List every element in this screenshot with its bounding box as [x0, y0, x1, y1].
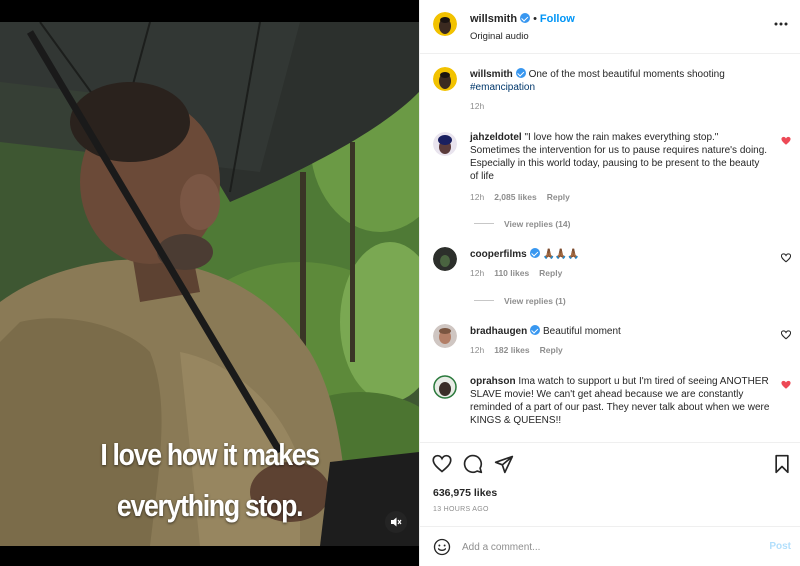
like-heart-icon[interactable] [781, 330, 791, 340]
comment-text: bradhaugen Beautiful moment [470, 325, 770, 338]
mute-button[interactable] [385, 511, 407, 533]
bookmark-icon[interactable] [772, 454, 792, 474]
comment-time: 12h [470, 268, 485, 278]
comment-meta: 12h 182 likes Reply [470, 345, 573, 355]
post-time[interactable]: 13 HOURS AGO [433, 506, 489, 513]
caption-text: willsmith One of the most beautiful mome… [470, 68, 770, 94]
verified-badge-icon [529, 248, 540, 258]
comment-bubble-icon[interactable] [463, 454, 483, 474]
like-heart-icon[interactable] [432, 454, 452, 474]
comment-username[interactable]: cooperfilms [470, 249, 527, 260]
author-username[interactable]: willsmith [470, 13, 517, 25]
instagram-post: I love how it makes everything stop. wil… [0, 0, 800, 566]
post-actions: 636,975 likes 13 HOURS AGO [420, 442, 800, 526]
comment-time: 12h [470, 345, 485, 355]
commenter-avatar[interactable] [433, 247, 457, 271]
emoji-smiley-icon[interactable] [433, 538, 451, 556]
view-replies-label: View replies (1) [504, 296, 566, 306]
author-avatar[interactable] [433, 12, 457, 36]
comment-input[interactable] [462, 537, 752, 557]
likes-count[interactable]: 636,975 likes [433, 487, 497, 499]
comment-time: 12h [470, 192, 485, 202]
author-avatar[interactable] [433, 67, 457, 91]
view-replies-label: View replies (14) [504, 219, 571, 229]
caption-hashtag[interactable]: #emancipation [470, 82, 535, 93]
verified-badge-icon [520, 13, 531, 23]
add-comment-bar: Post [420, 526, 800, 566]
comment-text: jahzeldotel "I love how the rain makes e… [470, 131, 770, 183]
follow-button[interactable]: Follow [540, 13, 575, 25]
caption-time: 12h [470, 101, 485, 111]
commenter-avatar[interactable] [433, 132, 457, 156]
speaker-muted-icon [391, 517, 402, 527]
audio-label[interactable]: Original audio [470, 31, 529, 42]
post-side-panel: willsmith • Follow Original audio willsm… [419, 0, 800, 566]
comments-list[interactable]: willsmith One of the most beautiful mome… [420, 55, 800, 442]
like-heart-icon[interactable] [781, 253, 791, 263]
caption-body: One of the most beautiful moments shooti… [528, 69, 725, 80]
reply-button[interactable]: Reply [539, 268, 562, 278]
verified-badge-icon [530, 325, 541, 335]
comment-username[interactable]: jahzeldotel [470, 132, 522, 143]
more-options-icon [774, 22, 788, 26]
reply-button[interactable]: Reply [547, 192, 570, 202]
comment-likes[interactable]: 182 likes [494, 345, 529, 355]
post-comment-button[interactable]: Post [769, 541, 791, 552]
comment-username[interactable]: oprahson [470, 376, 516, 387]
comment-body: 🙏🏾🙏🏾🙏🏾 [542, 249, 580, 260]
author-line: willsmith • Follow [470, 13, 575, 25]
replies-divider [474, 223, 494, 224]
commenter-avatar[interactable] [433, 375, 457, 399]
more-options-button[interactable] [773, 17, 789, 31]
comment-text: cooperfilms 🙏🏾🙏🏾🙏🏾 [470, 248, 770, 261]
verified-badge-icon [515, 68, 526, 78]
comment-text: oprahson Ima watch to support u but I'm … [470, 375, 770, 427]
replies-divider [474, 300, 494, 301]
video-caption-line2: everything stop. [116, 488, 304, 523]
caption-username[interactable]: willsmith [470, 69, 513, 80]
reply-button[interactable]: Reply [540, 345, 563, 355]
comment-meta: 12h 110 likes Reply [470, 268, 572, 278]
video-player[interactable]: I love how it makes everything stop. [0, 0, 419, 566]
share-direct-icon[interactable] [494, 454, 514, 474]
comment-meta: 12h 2,085 likes Reply [470, 192, 580, 202]
comment-body: Beautiful moment [543, 326, 621, 337]
view-replies-button[interactable]: View replies (14) [474, 219, 570, 229]
caption-meta: 12h [470, 101, 494, 111]
comment-likes[interactable]: 2,085 likes [494, 192, 537, 202]
view-replies-button[interactable]: View replies (1) [474, 296, 566, 306]
post-header: willsmith • Follow Original audio [420, 0, 800, 54]
liked-heart-icon[interactable] [781, 380, 791, 390]
comment-likes[interactable]: 110 likes [494, 268, 529, 278]
comment-username[interactable]: bradhaugen [470, 326, 527, 337]
separator-dot: • [533, 13, 537, 25]
liked-heart-icon[interactable] [781, 136, 791, 146]
video-caption-line1: I love how it makes [100, 437, 320, 472]
commenter-avatar[interactable] [433, 324, 457, 348]
